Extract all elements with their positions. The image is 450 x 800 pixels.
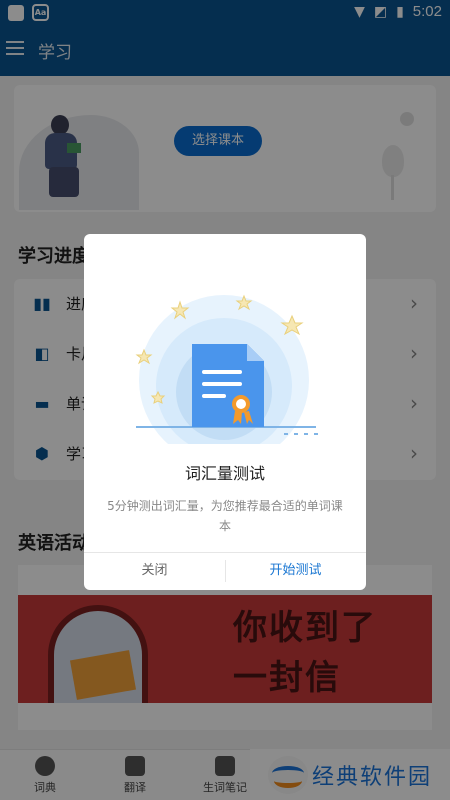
dialog-title: 词汇量测试	[184, 464, 265, 483]
close-button[interactable]: 关闭	[84, 552, 225, 590]
dialog-description: 5分钟测出词汇量，为您推荐最合适的单词课本	[107, 499, 343, 533]
start-test-button[interactable]: 开始测试	[225, 552, 366, 590]
vocabulary-test-dialog: 词汇量测试 5分钟测出词汇量，为您推荐最合适的单词课本 关闭 开始测试	[84, 234, 366, 590]
document-certificate-illustration	[135, 294, 320, 444]
